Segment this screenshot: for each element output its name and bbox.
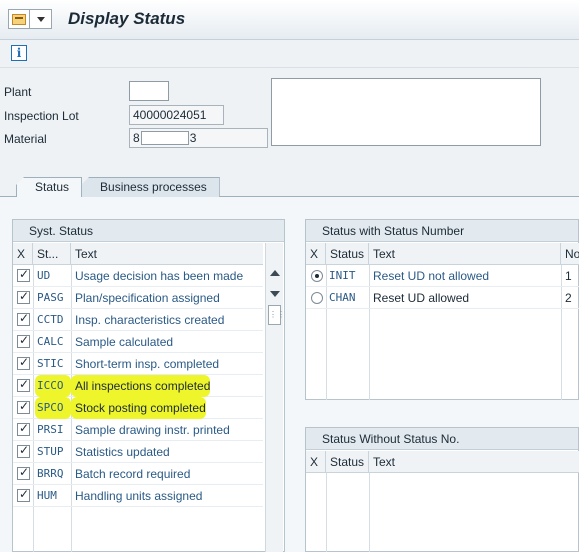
status-code: PASG: [37, 291, 64, 304]
material-suffix: 3: [189, 131, 197, 145]
syst-status-scrollbar[interactable]: ⋮⋮: [265, 243, 285, 552]
col-x[interactable]: X: [13, 243, 33, 265]
status-text: Short-term insp. completed: [75, 357, 220, 371]
scroll-thumb[interactable]: ⋮⋮: [268, 305, 285, 325]
status-code: PRSI: [37, 423, 64, 436]
status-code: SPCO: [35, 397, 71, 419]
status-text: Handling units assigned: [75, 489, 203, 503]
status-without-number-header: X Status Text: [306, 451, 579, 473]
table-row[interactable]: SPCOStock posting completed: [13, 397, 263, 419]
col-text[interactable]: Text: [71, 243, 263, 265]
table-row[interactable]: UD Usage decision has been made: [13, 265, 263, 287]
col-text[interactable]: Text: [369, 243, 561, 265]
material-label: Material: [4, 132, 47, 146]
status-code: CHAN: [329, 291, 356, 304]
inspection-lot-label: Inspection Lot: [4, 109, 79, 123]
col-status[interactable]: Status: [326, 243, 369, 265]
status-code: ICCO: [35, 375, 71, 397]
status-text: Statistics updated: [75, 445, 170, 459]
status-text: Insp. characteristics created: [75, 313, 225, 327]
tab-business-processes[interactable]: Business processes: [81, 177, 220, 197]
scroll-up-icon[interactable]: [270, 270, 280, 276]
status-code: CCTD: [37, 313, 64, 326]
status-checkbox[interactable]: [17, 355, 30, 370]
plant-field[interactable]: [129, 81, 169, 101]
status-code: HUM: [37, 489, 57, 502]
col-no[interactable]: No: [561, 243, 579, 265]
description-box: [271, 78, 541, 146]
status-with-number-group: Status with Status Number X Status Text …: [305, 219, 579, 400]
table-row[interactable]: PASG Plan/specification assigned: [13, 287, 263, 309]
status-with-number-title: Status with Status Number: [306, 220, 578, 242]
table-row[interactable]: INIT Reset UD not allowed 1: [306, 265, 579, 287]
plant-label: Plant: [4, 85, 32, 99]
table-row[interactable]: CHAN Reset UD allowed 2: [306, 287, 579, 309]
table-row[interactable]: HUM Handling units assigned: [13, 485, 263, 507]
status-with-number-header: X Status Text No: [306, 243, 579, 265]
status-checkbox[interactable]: [17, 267, 30, 282]
status-text: Sample calculated: [75, 335, 174, 349]
status-checkbox[interactable]: [17, 421, 30, 436]
table-row[interactable]: PRSI Sample drawing instr. printed: [13, 419, 263, 441]
status-text: All inspections completed: [71, 375, 211, 397]
tab-status[interactable]: Status: [16, 177, 83, 197]
col-status[interactable]: Status: [326, 451, 369, 473]
status-without-number-title: Status Without Status No.: [306, 428, 578, 450]
status-checkbox[interactable]: [17, 377, 30, 392]
masked-region: [140, 131, 189, 145]
table-row[interactable]: CCTD Insp. characteristics created: [13, 309, 263, 331]
status-text: Stock posting completed: [71, 397, 206, 419]
status-checkbox[interactable]: [17, 311, 30, 326]
status-text: Reset UD allowed: [373, 291, 470, 305]
status-code: STUP: [37, 445, 64, 458]
status-checkbox[interactable]: [17, 465, 30, 480]
col-status[interactable]: St...: [33, 243, 71, 265]
application-toolbar: i: [0, 40, 579, 68]
status-code: CALC: [37, 335, 64, 348]
status-code: INIT: [329, 269, 356, 282]
status-checkbox[interactable]: [17, 289, 30, 304]
material-field[interactable]: 83: [129, 128, 268, 148]
info-icon[interactable]: i: [11, 45, 27, 61]
status-without-number-group: Status Without Status No. X Status Text: [305, 427, 579, 552]
table-row[interactable]: BRRQ Batch record required: [13, 463, 263, 485]
status-checkbox[interactable]: [17, 443, 30, 458]
status-checkbox[interactable]: [17, 487, 30, 502]
tab-strip: Status Business processes: [16, 177, 220, 197]
syst-status-header: X St... Text: [13, 243, 263, 265]
status-radio[interactable]: [311, 292, 323, 304]
table-row[interactable]: STUP Statistics updated: [13, 441, 263, 463]
status-checkbox[interactable]: [17, 333, 30, 348]
status-radio[interactable]: [311, 270, 323, 282]
col-x[interactable]: X: [306, 243, 326, 265]
title-bar: Display Status: [0, 0, 579, 40]
status-code: UD: [37, 269, 51, 282]
scroll-down-icon[interactable]: [270, 291, 280, 297]
status-text: Reset UD not allowed: [373, 269, 490, 283]
status-number: 1: [565, 269, 572, 283]
table-row[interactable]: ICCOAll inspections completed: [13, 375, 263, 397]
status-checkbox[interactable]: [17, 399, 30, 414]
status-code: BRRQ: [37, 467, 64, 480]
table-row[interactable]: STIC Short-term insp. completed: [13, 353, 263, 375]
page-title: Display Status: [68, 9, 186, 28]
table-row[interactable]: CALC Sample calculated: [13, 331, 263, 353]
col-text[interactable]: Text: [369, 451, 579, 473]
col-x[interactable]: X: [306, 451, 326, 473]
system-menu-icon[interactable]: [8, 9, 30, 29]
syst-status-title: Syst. Status: [13, 220, 284, 242]
syst-status-group: Syst. Status X St... Text UD Usage decisi…: [12, 219, 285, 552]
chevron-down-icon[interactable]: [30, 9, 52, 29]
status-text: Usage decision has been made: [75, 269, 244, 283]
inspection-lot-field[interactable]: 40000024051: [129, 105, 224, 125]
status-text: Sample drawing instr. printed: [75, 423, 230, 437]
material-prefix: 8: [133, 131, 140, 145]
status-text: Batch record required: [75, 467, 191, 481]
status-text: Plan/specification assigned: [75, 291, 220, 305]
status-code: STIC: [37, 357, 64, 370]
status-number: 2: [565, 291, 572, 305]
